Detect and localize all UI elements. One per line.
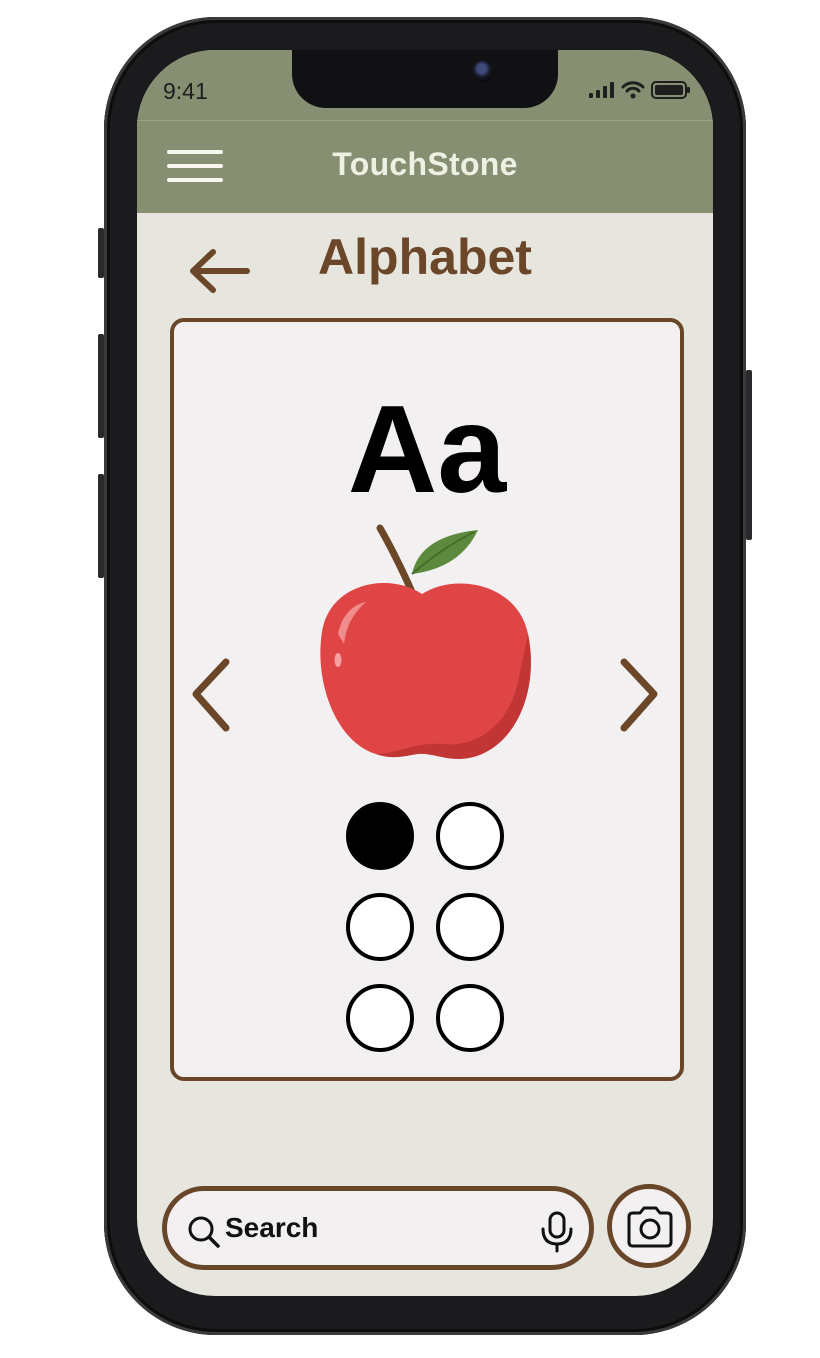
camera-icon xyxy=(627,1206,673,1248)
page-title: Alphabet xyxy=(318,229,532,285)
volume-up-button xyxy=(98,334,104,438)
wifi-icon xyxy=(621,81,645,99)
front-camera xyxy=(472,60,494,82)
braille-dot xyxy=(346,802,414,870)
volume-down-button xyxy=(98,474,104,578)
search-bar xyxy=(162,1186,594,1270)
silent-switch xyxy=(98,228,104,278)
braille-dot xyxy=(436,802,504,870)
notch xyxy=(292,50,558,108)
braille-cell xyxy=(346,802,512,1058)
apple-illustration xyxy=(320,524,531,759)
battery-icon xyxy=(651,81,690,99)
status-time: 9:41 xyxy=(163,78,208,104)
chevron-left-icon[interactable] xyxy=(188,656,236,736)
app-title: TouchStone xyxy=(332,146,518,182)
braille-dot xyxy=(436,984,504,1052)
power-button xyxy=(746,370,752,540)
camera-button[interactable] xyxy=(607,1184,691,1268)
search-input[interactable] xyxy=(225,1208,525,1248)
app-header: 9:41 TouchStone xyxy=(137,50,713,213)
signal-icon xyxy=(589,82,614,98)
search-icon xyxy=(188,1216,220,1248)
microphone-icon[interactable] xyxy=(539,1211,575,1253)
phone-screen: 9:41 TouchStone Alphabet Aa Search xyxy=(137,50,713,1296)
letter-display: Aa xyxy=(347,381,507,519)
letter-card: Aa xyxy=(170,318,684,1081)
braille-dot xyxy=(436,893,504,961)
header-divider xyxy=(137,120,713,121)
chevron-right-icon[interactable] xyxy=(614,656,662,736)
braille-dot xyxy=(346,984,414,1052)
status-icons xyxy=(589,80,691,100)
braille-dot xyxy=(346,893,414,961)
